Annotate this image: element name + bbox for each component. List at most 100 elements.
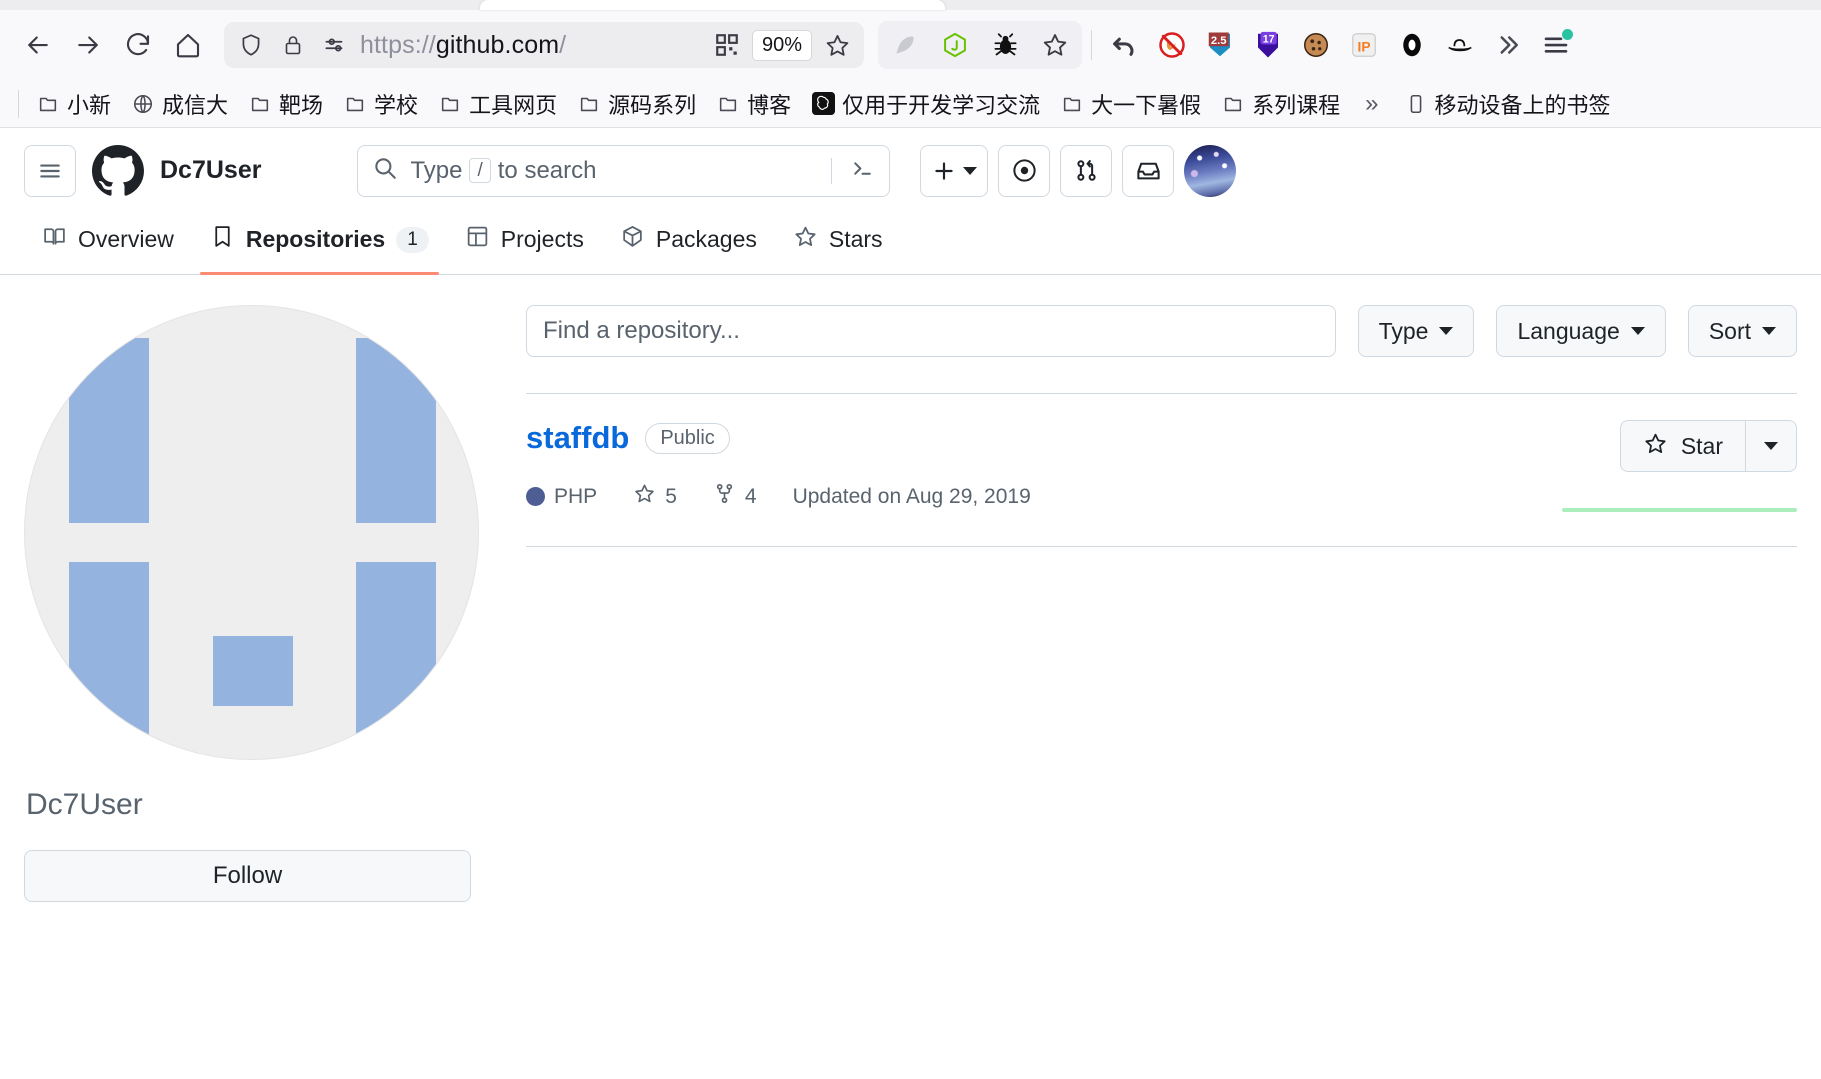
create-new-button[interactable]: [920, 144, 989, 197]
forward-button[interactable]: [64, 23, 112, 67]
tab-label: Packages: [655, 226, 757, 252]
cookie-icon[interactable]: [1293, 23, 1339, 67]
pull-requests-button[interactable]: [1060, 144, 1113, 197]
app-menu-icon[interactable]: [1533, 23, 1579, 67]
search-input[interactable]: Type / to search: [357, 144, 891, 197]
chevron-down-icon: [963, 166, 978, 175]
mobile-bookmarks-item[interactable]: 移动设备上的书签: [1395, 83, 1620, 125]
follow-button-label: Follow: [212, 862, 283, 889]
star-button[interactable]: Star: [1619, 420, 1745, 472]
bookmark-star-icon[interactable]: [820, 28, 854, 62]
update-badge-dot: [1562, 29, 1573, 40]
tab-label: Stars: [828, 226, 883, 252]
extension-bug-icon[interactable]: [982, 23, 1028, 67]
bookmark-item[interactable]: 工具网页: [429, 83, 566, 125]
repository-stars[interactable]: 5: [633, 482, 677, 511]
sort-filter-button[interactable]: Sort: [1687, 305, 1797, 357]
language-filter-button[interactable]: Language: [1496, 305, 1666, 357]
star-dropdown-button[interactable]: [1745, 420, 1797, 472]
url-text[interactable]: https://github.com/: [360, 31, 702, 60]
tab-projects[interactable]: Projects: [447, 213, 602, 274]
active-browser-tab[interactable]: [480, 0, 945, 10]
bookmark-item[interactable]: 系列课程: [1212, 83, 1349, 125]
search-divider: [831, 157, 833, 184]
undo-close-tab-icon[interactable]: [1101, 23, 1147, 67]
extension-nodejs-icon[interactable]: [932, 23, 978, 67]
hamburger-icon[interactable]: [24, 144, 76, 197]
bookmark-item[interactable]: 靶场: [239, 83, 332, 125]
bookmarks-overflow-icon[interactable]: »: [1351, 90, 1392, 118]
tab-overview[interactable]: Overview: [24, 213, 192, 274]
identicon-block: [213, 636, 293, 706]
url-host: github.com: [435, 30, 560, 59]
tab-label: Overview: [78, 226, 174, 252]
url-scheme: https://: [360, 30, 436, 59]
type-filter-button[interactable]: Type: [1357, 305, 1475, 357]
lock-icon[interactable]: [276, 28, 310, 62]
repository-forks[interactable]: 4: [713, 482, 757, 511]
back-button[interactable]: [14, 23, 62, 67]
extension-gray-feather-icon[interactable]: [882, 23, 928, 67]
book-icon: [42, 224, 67, 255]
badge-17-icon[interactable]: 17: [1245, 23, 1291, 67]
globe-icon: [131, 92, 155, 116]
dark-ring-icon[interactable]: [1389, 23, 1435, 67]
bookmarks-divider: [18, 89, 19, 118]
chevron-down-icon: [1762, 327, 1776, 335]
shield-icon[interactable]: [234, 28, 268, 62]
bookmark-label: 仅用于开发学习交流: [842, 92, 1041, 118]
openai-icon: [811, 92, 835, 116]
repository-actions: Star: [1562, 420, 1797, 512]
folder-icon: [248, 92, 272, 116]
find-repository-input[interactable]: Find a repository...: [526, 305, 1336, 357]
hat-icon[interactable]: [1437, 23, 1483, 67]
qr-code-icon[interactable]: [710, 28, 744, 62]
bookmark-item[interactable]: 博客: [707, 83, 800, 125]
command-palette-icon[interactable]: [850, 156, 875, 186]
tab-packages[interactable]: Packages: [602, 213, 775, 274]
bookmark-label: 小新: [67, 92, 112, 118]
header-actions: [920, 144, 1237, 197]
bookmark-item[interactable]: 源码系列: [568, 83, 705, 125]
url-bar[interactable]: https://github.com/ 90%: [224, 22, 864, 68]
bookmark-item[interactable]: 大一下暑假: [1051, 83, 1210, 125]
language-filter-label: Language: [1517, 317, 1620, 344]
bookmarks-bar: 小新 成信大 靶场 学校 工具网页 源码系列 博客 仅用于开发学习交流 大一下暑…: [0, 80, 1821, 128]
repository-updated: Updated on Aug 29, 2019: [793, 485, 1031, 509]
extension-star-icon[interactable]: [1032, 23, 1078, 67]
fork-count: 4: [744, 484, 757, 508]
follow-button[interactable]: Follow: [24, 850, 471, 902]
issues-button[interactable]: [998, 144, 1051, 197]
bookmark-item[interactable]: 学校: [334, 83, 427, 125]
updated-text: Updated on Aug 29, 2019: [792, 484, 1031, 508]
bookmark-item[interactable]: 小新: [27, 83, 120, 125]
language-label: PHP: [554, 484, 598, 508]
header-username[interactable]: Dc7User: [160, 156, 261, 185]
tab-repositories[interactable]: Repositories 1: [192, 213, 447, 275]
ip-extension-icon[interactable]: IP: [1341, 23, 1387, 67]
notifications-button[interactable]: [1122, 144, 1175, 197]
bookmark-item[interactable]: 成信大: [122, 83, 237, 125]
repository-name-link[interactable]: staffdb: [526, 420, 629, 456]
identicon-avatar[interactable]: [24, 305, 479, 760]
tab-stars[interactable]: Stars: [775, 213, 901, 274]
repository-language: PHP: [526, 485, 597, 509]
badge-250-icon[interactable]: 2.5: [1197, 23, 1243, 67]
profile-avatar-button[interactable]: [1184, 144, 1237, 197]
github-mark-icon[interactable]: [92, 144, 144, 197]
zoom-level-badge[interactable]: 90%: [751, 29, 812, 61]
home-button[interactable]: [164, 23, 212, 67]
chevron-down-icon: [1764, 442, 1778, 450]
svg-text:IP: IP: [1358, 39, 1371, 54]
folder-icon: [1221, 92, 1245, 116]
block-fox-icon[interactable]: [1149, 23, 1195, 67]
search-slash-key: /: [469, 157, 491, 184]
bookmark-item[interactable]: 仅用于开发学习交流: [802, 83, 1049, 125]
identicon-block: [356, 562, 436, 747]
overflow-chevrons-icon[interactable]: [1485, 23, 1531, 67]
url-slash: /: [559, 30, 567, 59]
reload-button[interactable]: [114, 23, 162, 67]
permissions-icon[interactable]: [318, 28, 352, 62]
repository-filters: Find a repository... Type Language Sort: [526, 305, 1797, 357]
folder-icon: [343, 92, 367, 116]
